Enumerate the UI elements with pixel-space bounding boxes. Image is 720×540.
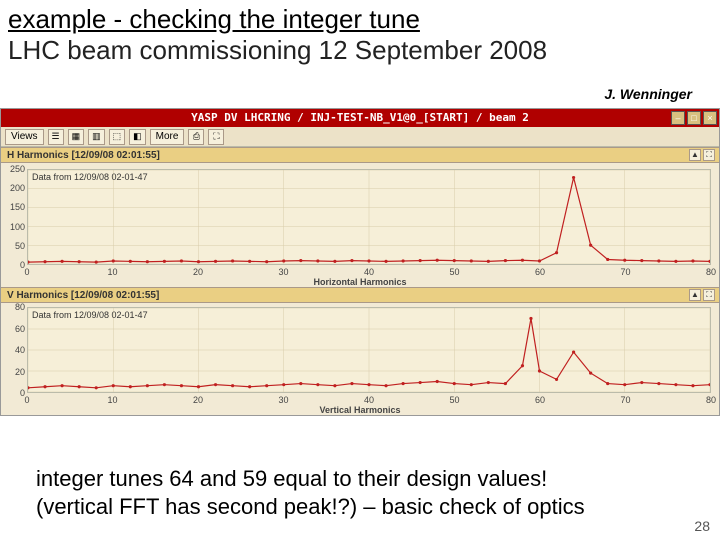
tool-icon-2[interactable]: ▦ bbox=[68, 129, 85, 145]
caption-line2: (vertical FFT has second peak!?) – basic… bbox=[36, 493, 585, 521]
h-pane-controls: ▲ ⛶ bbox=[689, 149, 715, 161]
close-button[interactable]: × bbox=[703, 111, 717, 125]
title-line2: LHC beam commissioning 12 September 2008 bbox=[8, 35, 712, 66]
h-plot-area[interactable]: Data from 12/09/08 02-01-47 bbox=[27, 169, 711, 265]
tool-icon-4[interactable]: ⬚ bbox=[109, 129, 126, 145]
v-line bbox=[28, 308, 710, 392]
h-xlabel: Horizontal Harmonics bbox=[1, 277, 719, 287]
tool-icon-1[interactable]: ☰ bbox=[48, 129, 64, 145]
pane-icon[interactable]: ⛶ bbox=[703, 289, 715, 301]
tool-icon-7[interactable]: ⛶ bbox=[208, 129, 224, 145]
h-pane-header: H Harmonics [12/09/08 02:01:55] ▲ ⛶ bbox=[1, 147, 719, 163]
v-pane-header: V Harmonics [12/09/08 02:01:55] ▲ ⛶ bbox=[1, 287, 719, 303]
slide-title: example - checking the integer tune LHC … bbox=[0, 0, 720, 66]
window-controls: – □ × bbox=[671, 111, 717, 125]
v-pane-controls: ▲ ⛶ bbox=[689, 289, 715, 301]
v-chart: Data from 12/09/08 02-01-47 Vertical Har… bbox=[1, 303, 719, 415]
views-dropdown[interactable]: Views bbox=[5, 129, 44, 145]
h-data-annotation: Data from 12/09/08 02-01-47 bbox=[32, 172, 148, 182]
pane-icon[interactable]: ⛶ bbox=[703, 149, 715, 161]
tool-icon-6[interactable]: ⎙ bbox=[188, 129, 204, 145]
tool-icon-5[interactable]: ◧ bbox=[129, 129, 146, 145]
yasp-window: YASP DV LHCRING / INJ-TEST-NB_V1@0_[STAR… bbox=[0, 108, 720, 416]
h-pane-title: H Harmonics [12/09/08 02:01:55] bbox=[7, 150, 160, 161]
v-data-annotation: Data from 12/09/08 02-01-47 bbox=[32, 310, 148, 320]
toolbar: Views ☰ ▦ ▥ ⬚ ◧ More ⎙ ⛶ bbox=[1, 127, 719, 147]
author: J. Wenninger bbox=[604, 86, 692, 102]
v-pane-title: V Harmonics [12/09/08 02:01:55] bbox=[7, 290, 159, 301]
caption: integer tunes 64 and 59 equal to their d… bbox=[36, 465, 585, 520]
v-xlabel: Vertical Harmonics bbox=[1, 405, 719, 415]
max-button[interactable]: □ bbox=[687, 111, 701, 125]
pane-icon[interactable]: ▲ bbox=[689, 149, 701, 161]
title-underlined: example - checking the integer tune bbox=[8, 4, 712, 35]
caption-line1: integer tunes 64 and 59 equal to their d… bbox=[36, 465, 585, 493]
tool-icon-3[interactable]: ▥ bbox=[88, 129, 105, 145]
titlebar: YASP DV LHCRING / INJ-TEST-NB_V1@0_[STAR… bbox=[1, 109, 719, 127]
h-line bbox=[28, 170, 710, 264]
pane-icon[interactable]: ▲ bbox=[689, 289, 701, 301]
more-dropdown[interactable]: More bbox=[150, 129, 185, 145]
page-number: 28 bbox=[694, 518, 710, 534]
titlebar-text: YASP DV LHCRING / INJ-TEST-NB_V1@0_[STAR… bbox=[191, 111, 529, 124]
v-plot-area[interactable]: Data from 12/09/08 02-01-47 bbox=[27, 307, 711, 393]
h-chart: Data from 12/09/08 02-01-47 Horizontal H… bbox=[1, 163, 719, 287]
min-button[interactable]: – bbox=[671, 111, 685, 125]
